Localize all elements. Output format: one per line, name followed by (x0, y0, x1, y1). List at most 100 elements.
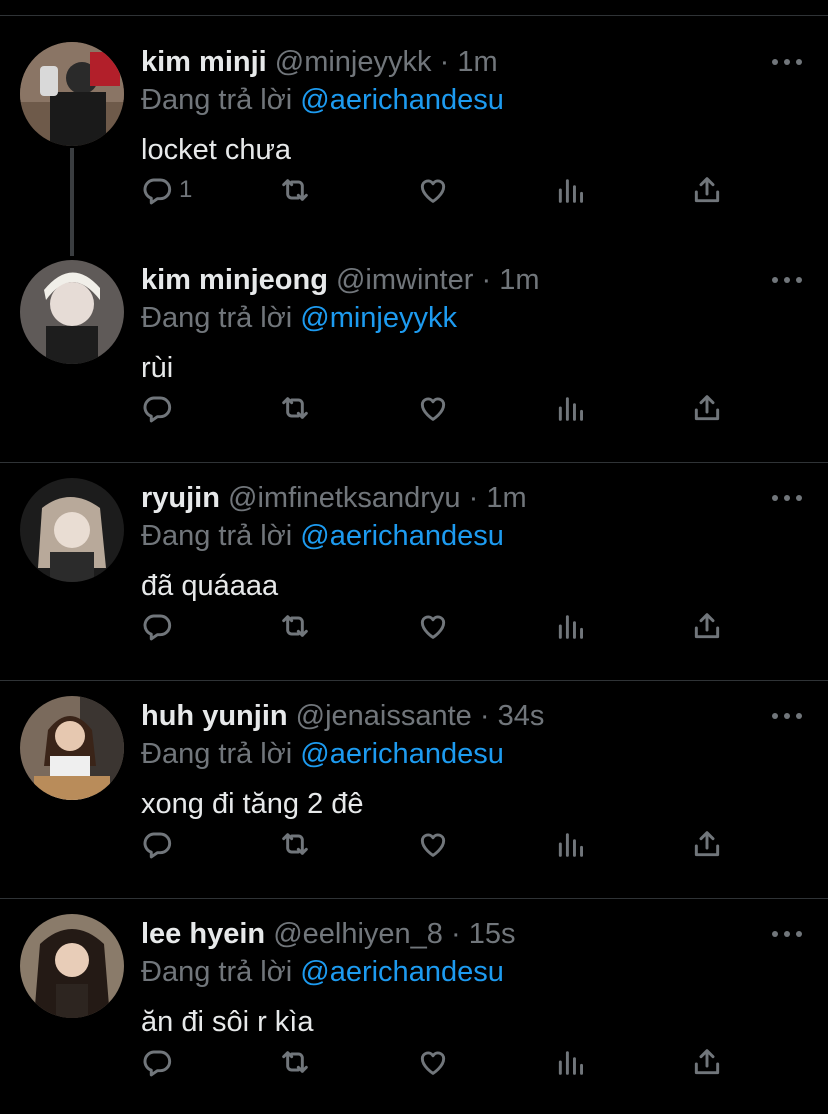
replying-to: Đang trả lời @minjeyykk (141, 298, 457, 338)
separator-dot: · (468, 482, 479, 514)
share-button[interactable] (691, 826, 723, 862)
replying-to: Đang trả lời @aerichandesu (141, 734, 504, 774)
analytics-button[interactable] (555, 390, 587, 426)
analytics-icon (555, 828, 587, 860)
analytics-button[interactable] (555, 608, 587, 644)
analytics-icon (555, 392, 587, 424)
share-icon (691, 1046, 723, 1078)
reply-button[interactable]: 1 (141, 172, 192, 208)
divider (0, 680, 828, 681)
avatar[interactable] (20, 260, 124, 364)
tweet-header: kim minjeong @imwinter · 1m (141, 260, 539, 300)
user-handle[interactable]: @imfinetksandryu (228, 482, 461, 514)
display-name[interactable]: kim minji (141, 46, 267, 78)
reply-button[interactable] (141, 1044, 179, 1080)
reply-icon (141, 828, 173, 860)
replying-to-label: Đang trả lời (141, 738, 293, 770)
share-button[interactable] (691, 172, 723, 208)
share-icon (691, 174, 723, 206)
separator-dot: · (481, 264, 492, 296)
user-handle[interactable]: @imwinter (336, 264, 473, 296)
mention-link[interactable]: @minjeyykk (300, 302, 457, 334)
analytics-icon (555, 610, 587, 642)
share-button[interactable] (691, 608, 723, 644)
retweet-button[interactable] (279, 826, 311, 862)
share-button[interactable] (691, 1044, 723, 1080)
avatar[interactable] (20, 478, 124, 582)
reply-icon (141, 392, 173, 424)
replying-to-label: Đang trả lời (141, 520, 293, 552)
divider (0, 462, 828, 463)
tweet-header: lee hyein @eelhiyen_8 · 15s (141, 914, 515, 954)
more-options-icon[interactable] (770, 710, 804, 722)
timestamp[interactable]: 34s (498, 700, 545, 732)
tweet-text: đã quáaaa (141, 570, 279, 602)
share-icon (691, 828, 723, 860)
user-handle[interactable]: @minjeyykk (275, 46, 432, 78)
like-icon (417, 1046, 449, 1078)
like-button[interactable] (417, 1044, 449, 1080)
more-options-icon[interactable] (770, 274, 804, 286)
reply-icon (141, 610, 173, 642)
action-bar (141, 390, 741, 426)
timestamp[interactable]: 15s (469, 918, 516, 950)
retweet-icon (279, 174, 311, 206)
reply-count: 1 (179, 176, 193, 203)
display-name[interactable]: huh yunjin (141, 700, 288, 732)
analytics-button[interactable] (555, 1044, 587, 1080)
more-options-icon[interactable] (770, 928, 804, 940)
tweet-text: ăn đi sôi r kìa (141, 1006, 314, 1038)
action-bar (141, 1044, 741, 1080)
mention-link[interactable]: @aerichandesu (300, 738, 504, 770)
more-options-icon[interactable] (770, 492, 804, 504)
analytics-icon (555, 174, 587, 206)
analytics-button[interactable] (555, 826, 587, 862)
replying-to: Đang trả lời @aerichandesu (141, 952, 504, 992)
display-name[interactable]: kim minjeong (141, 264, 328, 296)
reply-button[interactable] (141, 826, 179, 862)
timestamp[interactable]: 1m (486, 482, 526, 514)
retweet-icon (279, 392, 311, 424)
analytics-icon (555, 1046, 587, 1078)
retweet-button[interactable] (279, 172, 311, 208)
tweet-text: locket chưa (141, 134, 291, 166)
reply-button[interactable] (141, 390, 179, 426)
timestamp[interactable]: 1m (457, 46, 497, 78)
tweet-text: rùi (141, 352, 174, 384)
mention-link[interactable]: @aerichandesu (300, 956, 504, 988)
more-options-icon[interactable] (770, 56, 804, 68)
user-handle[interactable]: @eelhiyen_8 (273, 918, 443, 950)
retweet-button[interactable] (279, 608, 311, 644)
display-name[interactable]: ryujin (141, 482, 220, 514)
retweet-icon (279, 1046, 311, 1078)
reply-button[interactable] (141, 608, 179, 644)
mention-link[interactable]: @aerichandesu (300, 84, 504, 116)
retweet-button[interactable] (279, 390, 311, 426)
mention-link[interactable]: @aerichandesu (300, 520, 504, 552)
avatar[interactable] (20, 914, 124, 1018)
avatar[interactable] (20, 42, 124, 146)
top-divider (0, 15, 828, 16)
retweet-button[interactable] (279, 1044, 311, 1080)
like-button[interactable] (417, 172, 449, 208)
like-button[interactable] (417, 390, 449, 426)
share-button[interactable] (691, 390, 723, 426)
divider (0, 898, 828, 899)
tweet-header: huh yunjin @jenaissante · 34s (141, 696, 544, 736)
like-button[interactable] (417, 608, 449, 644)
action-bar: 1 (141, 172, 741, 208)
separator-dot: · (450, 918, 461, 950)
tweet-text: xong đi tăng 2 đê (141, 788, 364, 820)
share-icon (691, 392, 723, 424)
share-icon (691, 610, 723, 642)
tweet-header: kim minji @minjeyykk · 1m (141, 42, 498, 82)
separator-dot: · (479, 700, 490, 732)
user-handle[interactable]: @jenaissante (296, 700, 472, 732)
replying-to: Đang trả lời @aerichandesu (141, 516, 504, 556)
like-button[interactable] (417, 826, 449, 862)
like-icon (417, 610, 449, 642)
avatar[interactable] (20, 696, 124, 800)
timestamp[interactable]: 1m (499, 264, 539, 296)
display-name[interactable]: lee hyein (141, 918, 265, 950)
analytics-button[interactable] (555, 172, 587, 208)
